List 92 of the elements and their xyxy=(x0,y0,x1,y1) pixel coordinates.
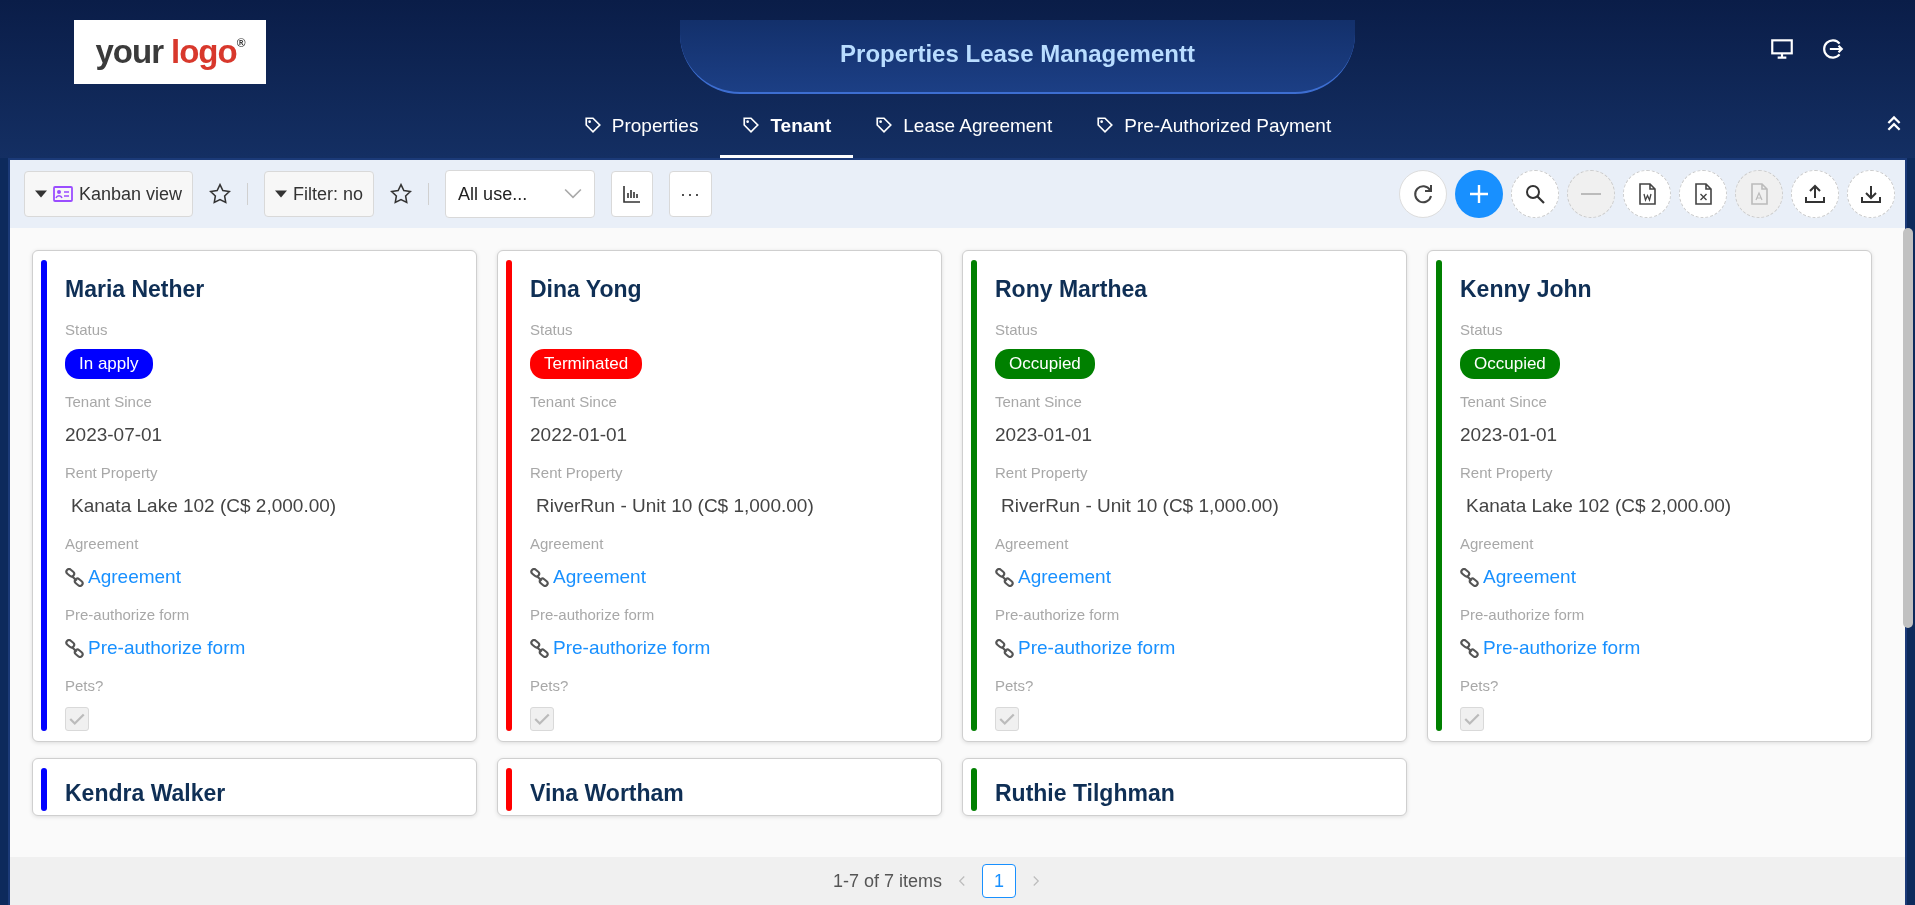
tenant-name: Maria Nether xyxy=(65,275,206,304)
contact-card-icon xyxy=(53,184,73,204)
search-button[interactable] xyxy=(1511,170,1559,218)
monitor-icon[interactable] xyxy=(1769,36,1795,62)
registered-mark: ® xyxy=(236,35,245,50)
star-icon[interactable] xyxy=(390,183,413,205)
field-label: Tenant Since xyxy=(1460,391,1548,412)
field-value: 2023-01-01 xyxy=(1460,423,1559,447)
upload-button[interactable] xyxy=(1791,170,1839,218)
caret-icon xyxy=(275,188,288,200)
field-label: Pre-authorize form xyxy=(995,604,1121,625)
tag-icon xyxy=(742,116,761,135)
field-label: Tenant Since xyxy=(530,391,618,412)
field-label: Status xyxy=(530,319,574,340)
refresh-button[interactable] xyxy=(1399,170,1447,218)
tenant-card[interactable]: Ruthie Tilghman xyxy=(962,758,1407,816)
pagination-summary: 1-7 of 7 items xyxy=(832,869,942,893)
field-label: Pets? xyxy=(995,675,1035,696)
tenant-card[interactable]: Vina Wortham xyxy=(497,758,942,816)
tenant-name: Kendra Walker xyxy=(65,779,226,808)
field-label: Rent Property xyxy=(995,462,1089,483)
view-button[interactable]: Kanban view xyxy=(24,171,194,217)
more-button[interactable]: ··· xyxy=(669,171,713,217)
status-tag: In apply xyxy=(65,349,153,379)
field-label: Rent Property xyxy=(530,462,624,483)
field-value: 2023-07-01 xyxy=(65,423,164,447)
logo-text: logo xyxy=(171,32,237,73)
chain-link-icon xyxy=(995,567,1014,587)
field-label: Pets? xyxy=(65,675,105,696)
add-button[interactable] xyxy=(1455,170,1503,218)
nav-tab[interactable]: Pre-Authorized Payment xyxy=(1074,100,1354,158)
field-label: Rent Property xyxy=(65,462,159,483)
chain-link-icon xyxy=(65,567,84,587)
chain-link-icon xyxy=(1460,638,1479,658)
tenant-name: Ruthie Tilghman xyxy=(995,779,1175,808)
field-label: Rent Property xyxy=(1460,462,1554,483)
field-value: 2023-01-01 xyxy=(995,423,1094,447)
field-label: Pets? xyxy=(530,675,570,696)
field-label: Pre-authorize form xyxy=(65,604,191,625)
field-label: Status xyxy=(995,319,1039,340)
caret-icon xyxy=(35,188,47,200)
field-value: RiverRun - Unit 10 (C$ 1,000.00) xyxy=(535,494,815,518)
logo-text: your xyxy=(95,32,163,73)
chain-link-icon xyxy=(995,638,1014,658)
field-label: Status xyxy=(65,319,109,340)
field-label: Tenant Since xyxy=(995,391,1083,412)
add-icon xyxy=(1467,182,1491,206)
bar-chart-icon xyxy=(622,184,643,204)
field-value: 2022-01-01 xyxy=(530,423,629,447)
download-button[interactable] xyxy=(1847,170,1895,218)
tenant-name: Vina Wortham xyxy=(530,779,684,808)
field-value: Kanata Lake 102 (C$ 2,000.00) xyxy=(1465,494,1733,518)
tag-icon xyxy=(875,116,894,135)
chart-button[interactable] xyxy=(611,171,654,217)
word-file-button[interactable] xyxy=(1623,170,1671,218)
tag-icon xyxy=(1096,116,1115,135)
status-tag: Occupied xyxy=(995,349,1095,379)
field-value: Kanata Lake 102 (C$ 2,000.00) xyxy=(70,494,338,518)
field-label: Agreement xyxy=(65,533,140,554)
status-tag: Terminated xyxy=(530,349,643,379)
status-tag: Occupied xyxy=(1460,349,1560,379)
field-label: Agreement xyxy=(1460,533,1535,554)
filter-button[interactable]: Filter: no xyxy=(264,171,375,217)
chain-link-icon xyxy=(65,638,84,658)
upload-icon xyxy=(1803,182,1827,206)
excel-file-button[interactable] xyxy=(1679,170,1727,218)
tenant-card[interactable]: Kendra Walker xyxy=(32,758,477,816)
field-label: Status xyxy=(1460,319,1504,340)
field-label: Pets? xyxy=(1460,675,1500,696)
user-select[interactable]: All use... xyxy=(445,170,596,218)
tenant-name: Kenny John xyxy=(1460,275,1593,304)
collapse-icon[interactable] xyxy=(1885,114,1903,132)
field-label: Agreement xyxy=(995,533,1070,554)
search-icon xyxy=(1523,182,1547,206)
nav-tab[interactable]: Lease Agreement xyxy=(853,100,1075,158)
star-icon[interactable] xyxy=(209,183,232,205)
field-label: Pre-authorize form xyxy=(1460,604,1586,625)
tenant-name: Dina Yong xyxy=(530,275,643,304)
chain-link-icon xyxy=(1460,567,1479,587)
chain-link-icon xyxy=(530,638,549,658)
minus-icon xyxy=(1581,193,1601,195)
field-label: Pre-authorize form xyxy=(530,604,656,625)
app-title: Properties Lease Managementt xyxy=(680,20,1355,94)
field-label: Agreement xyxy=(530,533,605,554)
chain-link-icon xyxy=(530,567,549,587)
field-label: Tenant Since xyxy=(65,391,153,412)
field-value: RiverRun - Unit 10 (C$ 1,000.00) xyxy=(1000,494,1280,518)
nav-tab[interactable]: Properties xyxy=(561,100,721,158)
tenant-name: Rony Marthea xyxy=(995,275,1149,304)
scrollbar[interactable] xyxy=(1903,228,1913,628)
refresh-icon xyxy=(1411,182,1435,206)
tag-icon xyxy=(583,116,602,135)
